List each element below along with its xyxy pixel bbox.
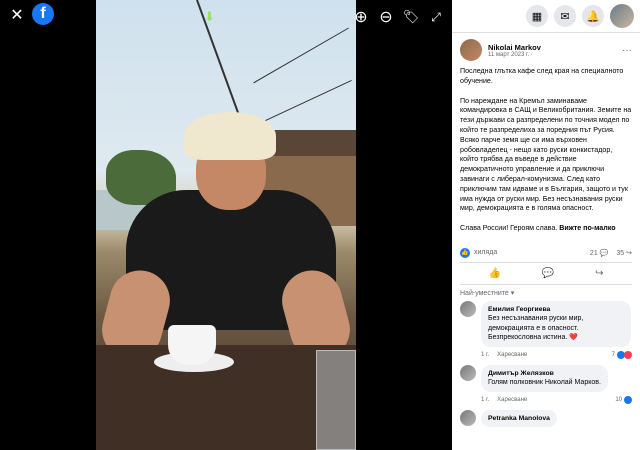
commenter-avatar[interactable] <box>460 300 476 317</box>
post-paragraph-3: Слава России! Героям слава. Вижте по-мал… <box>460 224 632 234</box>
post-paragraph-1: Последна глътка кафе след края на специа… <box>460 67 624 85</box>
like-button[interactable]: 👍 <box>488 268 500 279</box>
more-options-icon[interactable]: ··· <box>622 45 632 56</box>
comment-meta: 1 г. Харесване 10 <box>452 394 640 410</box>
close-icon[interactable]: ✕ <box>6 4 28 26</box>
comment-time[interactable]: 1 г. <box>481 352 489 358</box>
top-bar: ▦ ✉ 🔔 <box>452 0 640 32</box>
comments-count[interactable]: 21 💬 <box>590 249 608 257</box>
shares-count[interactable]: 35 ↪ <box>616 249 632 257</box>
comment-item: Емилия Георгиева Без несъзнавания руски … <box>452 300 640 347</box>
account-avatar-icon[interactable] <box>610 4 634 28</box>
comment-reactions[interactable]: 10 <box>615 395 632 404</box>
author-name[interactable]: Nikolai Markov <box>488 43 541 52</box>
post-side-panel: ▦ ✉ 🔔 Nikolai Markov 11 март 2023 г. · ·… <box>452 0 640 450</box>
comment-time[interactable]: 1 г. <box>481 397 489 403</box>
download-icon[interactable]: ⬇ <box>204 9 218 24</box>
menu-grid-icon[interactable]: ▦ <box>526 5 548 27</box>
comment-bubble: Petranka Manolova <box>481 409 557 428</box>
fullscreen-icon[interactable]: ⤢ <box>425 6 447 28</box>
commenter-name[interactable]: Емилия Георгиева <box>488 305 624 315</box>
post-text: Последна глътка кафе след края на специа… <box>452 67 640 234</box>
comment-button[interactable]: 💬 <box>542 268 554 279</box>
comment-like-button[interactable]: Харесване <box>497 397 527 403</box>
comment-item: Petranka Manolova <box>452 409 640 428</box>
notifications-icon[interactable]: 🔔 <box>582 5 604 27</box>
commenter-avatar[interactable] <box>460 409 476 426</box>
see-less-link[interactable]: Вижте по-малко <box>559 224 615 232</box>
commenter-avatar[interactable] <box>460 364 476 381</box>
comment-like-button[interactable]: Харесване <box>497 352 527 358</box>
post-actions: 👍 💬 ↪ <box>460 261 632 285</box>
commenter-name[interactable]: Димитър Желязков <box>488 369 601 379</box>
comment-item: Димитър Желязков Голям полковник Николай… <box>452 364 640 392</box>
comment-meta: 1 г. Харесване 7 <box>452 349 640 365</box>
comment-reactions[interactable]: 7 <box>612 350 632 359</box>
share-button[interactable]: ↪ <box>595 268 603 279</box>
post-paragraph-2: По нареждане на Кремъл заминаваме команд… <box>460 96 632 213</box>
post-header: Nikolai Markov 11 март 2023 г. · ··· <box>452 33 640 67</box>
post-last-line: Слава России! Героям слава. <box>460 224 558 233</box>
zoom-in-icon[interactable]: ⊕ <box>350 6 372 28</box>
commenter-name[interactable]: Petranka Manolova <box>488 414 550 424</box>
post-stats: 👍 хиляда 21 💬 35 ↪ <box>452 244 640 262</box>
tag-icon[interactable]: 🏷 <box>400 6 422 28</box>
author-avatar[interactable] <box>460 39 482 61</box>
reactions-count[interactable]: хиляда <box>474 249 497 256</box>
comment-text: Без несъзнавания руски мир, демокрацията… <box>488 315 584 342</box>
comment-text: Голям полковник Николай Марков. <box>488 379 601 387</box>
comment-sort[interactable]: Най-уместните ▾ <box>452 285 640 301</box>
post-photo: ⬇ <box>96 0 356 450</box>
comment-bubble: Емилия Георгиева Без несъзнавания руски … <box>481 300 631 347</box>
zoom-out-icon[interactable]: ⊖ <box>375 6 397 28</box>
post-date[interactable]: 11 март 2023 г. · <box>488 52 541 58</box>
like-reaction-icon: 👍 <box>460 247 470 258</box>
messenger-icon[interactable]: ✉ <box>554 5 576 27</box>
photo-viewer: ✕ f ⬇ ⊕ ⊖ 🏷 ⤢ <box>0 0 452 450</box>
comment-bubble: Димитър Желязков Голям полковник Николай… <box>481 364 608 392</box>
facebook-logo-icon[interactable]: f <box>32 3 54 25</box>
